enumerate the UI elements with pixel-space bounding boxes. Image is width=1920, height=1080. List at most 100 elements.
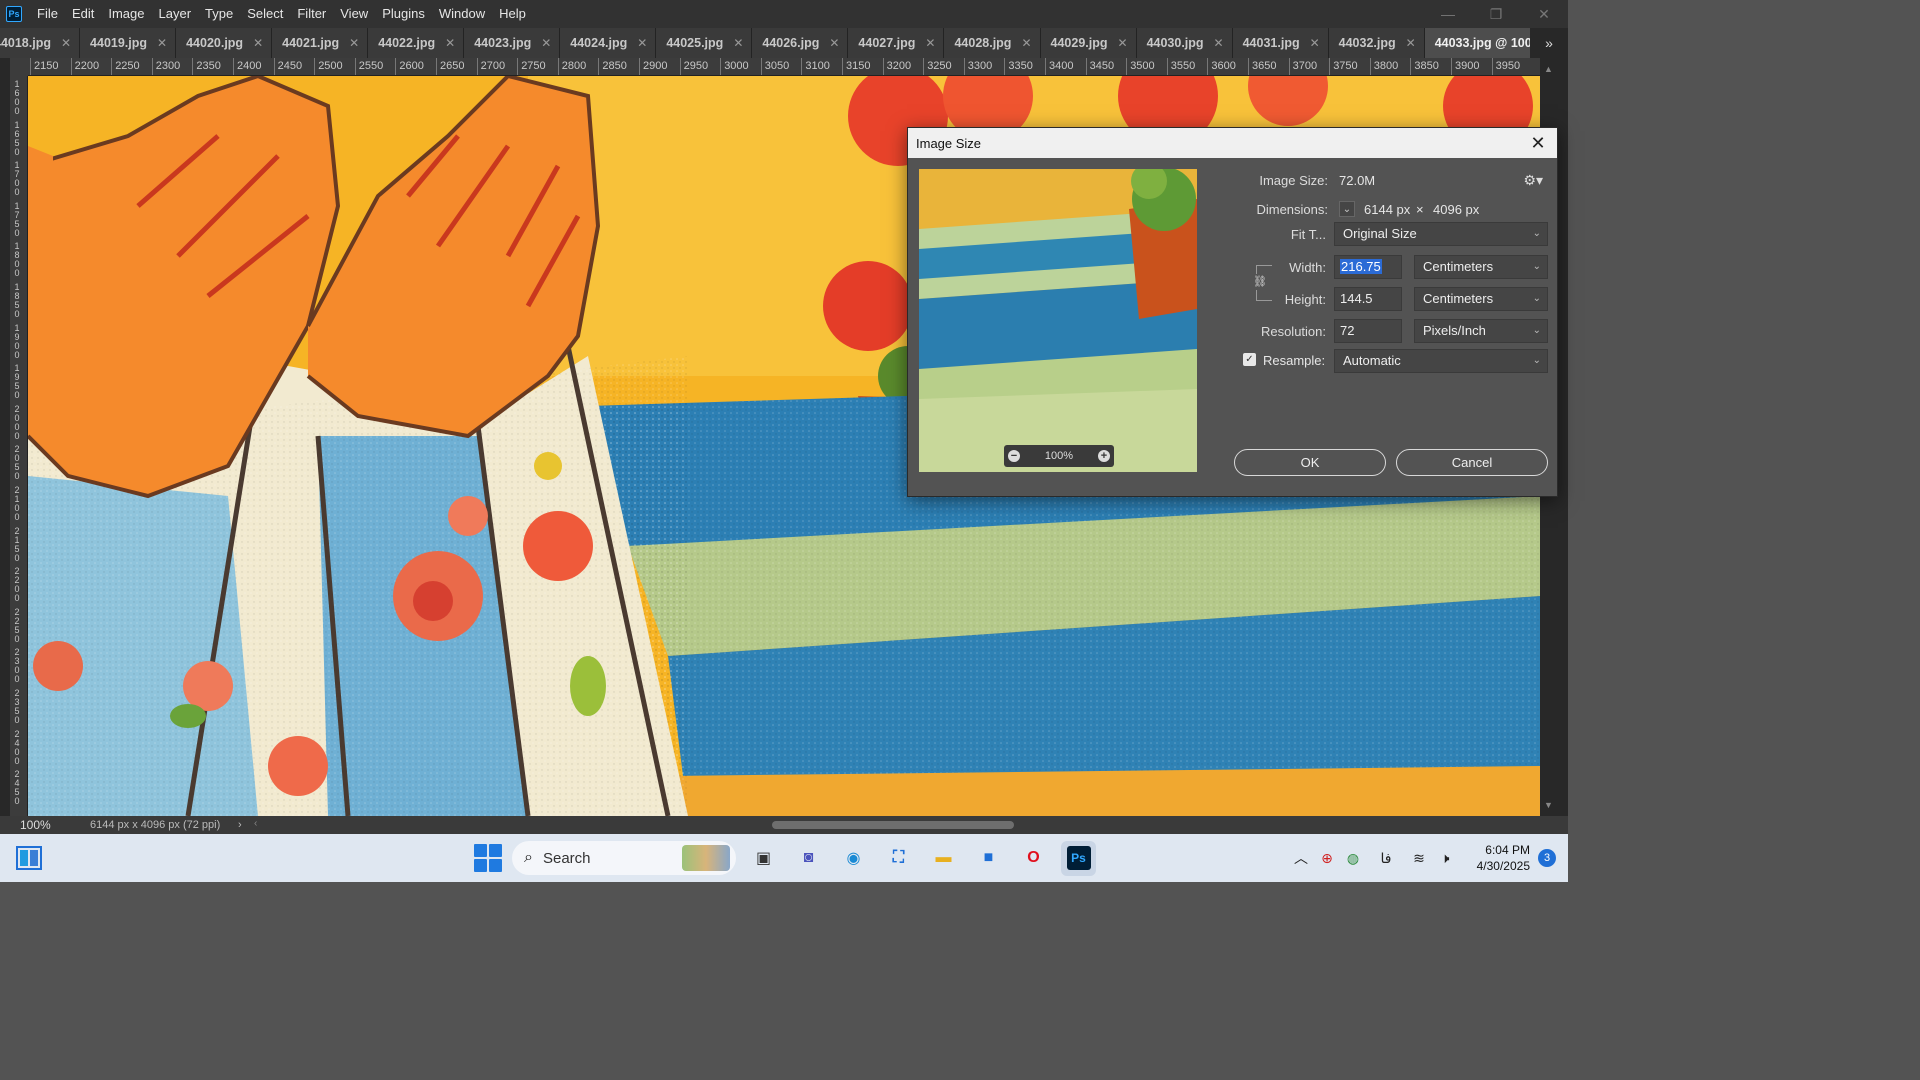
start-menu-icon[interactable] <box>474 844 502 872</box>
horizontal-scrollbar[interactable] <box>260 820 1540 830</box>
tab-close-icon[interactable]: ✕ <box>541 36 551 50</box>
tab-close-icon[interactable]: ✕ <box>829 36 839 50</box>
status-zoom-level[interactable]: 100% <box>0 818 62 832</box>
document-tab[interactable]: 44021.jpg ✕ <box>272 28 369 58</box>
notification-badge[interactable]: 3 <box>1538 849 1556 867</box>
ruler-tick-label: 3450 <box>1085 58 1115 75</box>
microsoft-store-icon[interactable]: ■ <box>971 841 1006 876</box>
dimensions-dropdown-chevron-icon[interactable]: ⌄ <box>1339 201 1355 217</box>
width-input[interactable]: 216.75 <box>1334 255 1402 279</box>
menu-item-filter[interactable]: Filter <box>290 0 333 28</box>
document-tab[interactable]: 44023.jpg ✕ <box>464 28 561 58</box>
tab-close-icon[interactable]: ✕ <box>1406 36 1416 50</box>
menu-item-image[interactable]: Image <box>101 0 151 28</box>
zoom-in-icon[interactable]: + <box>1097 450 1110 462</box>
resolution-input[interactable]: 72 <box>1334 319 1402 343</box>
edge-browser-icon[interactable]: ◉ <box>836 841 871 876</box>
more-tabs-chevron-icon[interactable]: » <box>1530 28 1568 58</box>
document-tab[interactable]: 44022.jpg ✕ <box>368 28 465 58</box>
network-globe-icon[interactable]: ◍ <box>1340 850 1366 867</box>
document-tab[interactable]: 44026.jpg ✕ <box>752 28 849 58</box>
document-tab[interactable]: 44019.jpg ✕ <box>80 28 177 58</box>
dialog-title-bar[interactable]: Image Size <box>908 128 1557 158</box>
image-preview[interactable]: − 100% + <box>919 169 1197 472</box>
menu-item-help[interactable]: Help <box>492 0 533 28</box>
ruler-tick-label: 2500 <box>314 58 343 75</box>
menu-item-window[interactable]: Window <box>432 0 492 28</box>
menu-item-view[interactable]: View <box>333 0 375 28</box>
wifi-icon[interactable]: ≋ <box>1406 850 1432 867</box>
tab-close-icon[interactable]: ✕ <box>349 36 359 50</box>
vertical-ruler[interactable]: 1600 1650 1700 1750 1800 1850 1900 1950 2000 2050… <box>10 76 28 816</box>
photoshop-taskbar-icon[interactable]: Ps <box>1061 840 1096 876</box>
document-tab[interactable]: 44020.jpg ✕ <box>176 28 273 58</box>
tab-close-icon[interactable]: ✕ <box>1118 36 1128 50</box>
menu-item-layer[interactable]: Layer <box>152 0 199 28</box>
status-menu-chevron-icon[interactable]: › <box>238 819 242 831</box>
menu-item-plugins[interactable]: Plugins <box>375 0 432 28</box>
language-indicator[interactable]: فا <box>1366 850 1406 867</box>
fit-to-dropdown[interactable]: Original Size ⌄ <box>1334 222 1548 246</box>
height-input[interactable]: 144.5 <box>1334 287 1402 311</box>
document-tab[interactable]: 44024.jpg ✕ <box>560 28 657 58</box>
tab-close-icon[interactable]: ✕ <box>61 36 71 50</box>
document-tab[interactable]: 44029.jpg ✕ <box>1040 28 1137 58</box>
teams-chat-icon[interactable]: ◙ <box>791 841 826 876</box>
show-hidden-icons-chevron-icon[interactable]: ︿ <box>1288 848 1314 868</box>
restore-icon[interactable]: ❐ <box>1472 0 1520 28</box>
document-tab[interactable]: 44032.jpg ✕ <box>1328 28 1425 58</box>
photoshop-logo-icon[interactable]: Ps <box>6 6 22 22</box>
tab-close-icon[interactable]: ✕ <box>733 36 743 50</box>
tab-close-icon[interactable]: ✕ <box>1021 36 1031 50</box>
menu-item-select[interactable]: Select <box>240 0 290 28</box>
tab-close-icon[interactable]: ✕ <box>157 36 167 50</box>
tab-close-icon[interactable]: ✕ <box>445 36 455 50</box>
horizontal-scroll-thumb[interactable] <box>772 821 1014 829</box>
document-tab[interactable]: 44030.jpg ✕ <box>1136 28 1233 58</box>
ruler-origin[interactable] <box>10 58 28 76</box>
height-unit-dropdown[interactable]: Centimeters ⌄ <box>1414 287 1548 311</box>
speaker-muted-icon[interactable]: 🕨 <box>1432 850 1458 867</box>
taskbar-clock[interactable]: 6:04 PM 4/30/2025 <box>1458 842 1530 874</box>
resolution-unit-dropdown[interactable]: Pixels/Inch ⌄ <box>1414 319 1548 343</box>
tab-close-icon[interactable]: ✕ <box>925 36 935 50</box>
task-view-icon[interactable]: ▣ <box>746 841 781 876</box>
settings-gear-icon[interactable]: ⚙▾ <box>1523 172 1543 189</box>
resample-dropdown[interactable]: Automatic ⌄ <box>1334 349 1548 373</box>
resolution-value: 72 <box>1340 323 1355 338</box>
tab-close-icon[interactable]: ✕ <box>637 36 647 50</box>
tab-close-icon[interactable]: ✕ <box>1310 36 1320 50</box>
ok-button[interactable]: OK <box>1234 449 1386 476</box>
file-explorer-icon[interactable]: ▬ <box>926 841 961 876</box>
document-tab[interactable]: 44031.jpg ✕ <box>1232 28 1329 58</box>
chevron-down-icon: ⌄ <box>1532 228 1541 239</box>
menu-item-file[interactable]: File <box>30 0 65 28</box>
minimize-icon[interactable]: — <box>1424 0 1472 28</box>
document-tab[interactable]: 44027.jpg ✕ <box>848 28 945 58</box>
scroll-down-icon[interactable]: ▼ <box>1544 800 1553 810</box>
horizontal-ruler[interactable]: 2150 2200 2250 2300 2350 2400 2450 2500 2550 2600… <box>28 58 1540 76</box>
document-tab[interactable]: 44025.jpg ✕ <box>656 28 753 58</box>
menu-item-edit[interactable]: Edit <box>65 0 101 28</box>
tab-close-icon[interactable]: ✕ <box>1214 36 1224 50</box>
dialog-close-icon[interactable]: ✕ <box>1527 132 1549 154</box>
tab-close-icon[interactable]: ✕ <box>253 36 263 50</box>
snipping-tool-icon[interactable]: ⛶ <box>881 841 916 876</box>
menu-bar: Ps File Edit Image Layer Type Select Filter Vie… <box>0 0 1568 28</box>
menu-item-type[interactable]: Type <box>198 0 240 28</box>
width-unit-dropdown[interactable]: Centimeters ⌄ <box>1414 255 1548 279</box>
widgets-icon[interactable] <box>16 846 42 870</box>
cancel-button[interactable]: Cancel <box>1396 449 1548 476</box>
resample-checkbox[interactable]: ✓ <box>1243 353 1256 366</box>
taskbar-search[interactable]: ⌕ Search <box>512 841 736 875</box>
vpn-icon[interactable]: ⊕ <box>1314 850 1340 867</box>
close-window-icon[interactable]: ✕ <box>1520 0 1568 28</box>
clock-date: 4/30/2025 <box>1476 859 1530 873</box>
scroll-up-icon[interactable]: ▲ <box>1544 64 1553 74</box>
scroll-left-icon[interactable]: ‹ <box>254 818 257 829</box>
zoom-out-icon[interactable]: − <box>1008 450 1020 462</box>
document-tab[interactable]: 44018.jpg ✕ <box>0 28 81 58</box>
chain-link-icon[interactable]: ⛓ <box>1253 274 1267 290</box>
document-tab[interactable]: 44028.jpg ✕ <box>944 28 1041 58</box>
opera-browser-icon[interactable]: O <box>1016 841 1051 876</box>
